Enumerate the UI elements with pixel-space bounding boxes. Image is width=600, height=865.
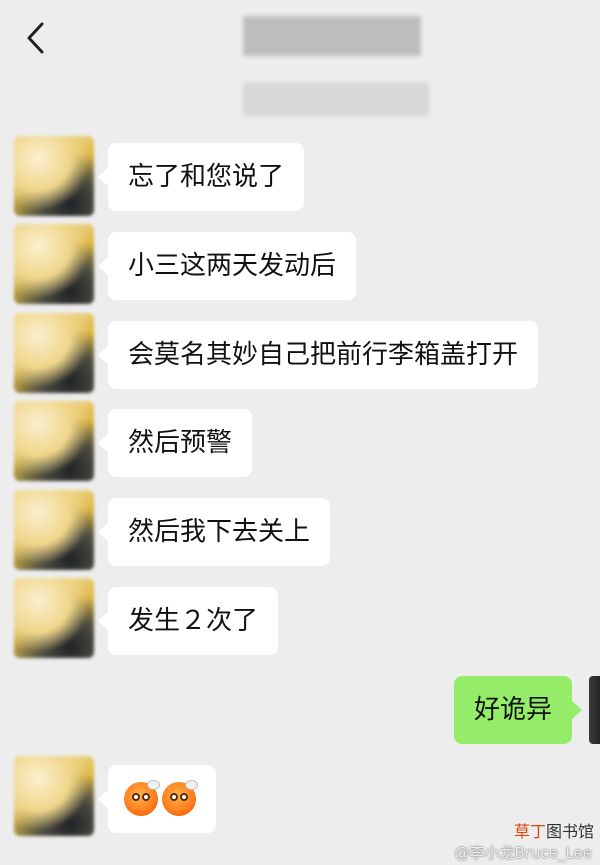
back-button[interactable] <box>22 20 52 56</box>
message-bubble[interactable]: 忘了和您说了 <box>97 143 305 211</box>
contact-avatar[interactable] <box>14 313 94 393</box>
weibo-handle: @李小龙Bruce_Lee <box>454 844 593 862</box>
message-bubble[interactable]: 然后预警 <box>97 409 253 477</box>
message-bubble[interactable]: 发生２次了 <box>97 587 279 655</box>
contact-avatar[interactable] <box>14 401 94 481</box>
emoji-message-bubble[interactable] <box>98 765 216 833</box>
message-text: 忘了和您说了 <box>128 162 285 192</box>
message-text: 发生２次了 <box>128 606 259 636</box>
message-text: 然后我下去关上 <box>128 517 311 547</box>
message-text: 小三这两天发动后 <box>128 251 337 281</box>
steaming-face-emoji-icon <box>162 780 198 816</box>
steaming-face-emoji-icon <box>124 780 160 816</box>
my-avatar[interactable] <box>589 676 600 744</box>
message-text: 然后预警 <box>128 428 233 458</box>
message-bubble[interactable]: 然后我下去关上 <box>97 498 331 566</box>
message-text: 好诡异 <box>473 695 552 725</box>
contact-avatar[interactable] <box>14 224 94 304</box>
message-text: 会莫名其妙自己把前行李箱盖打开 <box>128 340 519 370</box>
contact-avatar[interactable] <box>14 490 94 570</box>
message-bubble[interactable]: 小三这两天发动后 <box>97 232 357 300</box>
contact-avatar[interactable] <box>14 756 94 836</box>
chevron-left-icon <box>27 22 44 54</box>
watermark-weibo: @李小龙Bruce_Lee <box>455 842 593 863</box>
contact-avatar[interactable] <box>14 578 94 658</box>
my-message-bubble[interactable]: 好诡异 <box>453 676 583 744</box>
chat-title-redacted <box>243 16 421 56</box>
contact-avatar[interactable] <box>14 136 94 216</box>
watermark-brand: 草丁图书馆 <box>513 822 594 841</box>
timestamp-redacted <box>243 82 429 116</box>
message-bubble[interactable]: 会莫名其妙自己把前行李箱盖打开 <box>97 321 539 389</box>
